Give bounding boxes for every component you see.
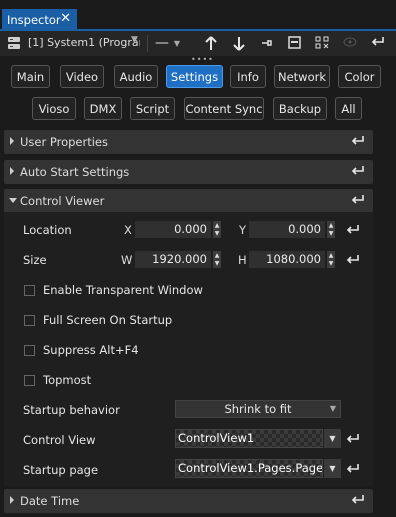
h-axis-label: H bbox=[238, 253, 247, 267]
category-content-sync-button[interactable]: Content Sync bbox=[184, 97, 264, 120]
size-width-stepper[interactable]: ▲ ▼ bbox=[213, 251, 221, 268]
chevron-right-icon bbox=[10, 496, 14, 504]
startup-behavior-label: Startup behavior bbox=[23, 403, 120, 417]
section-title: User Properties bbox=[20, 135, 108, 149]
reset-icon[interactable] bbox=[351, 165, 365, 177]
full-screen-on-startup-checkbox[interactable] bbox=[24, 315, 35, 326]
chevron-down-icon[interactable]: ▼ bbox=[324, 459, 341, 478]
control-view-field[interactable]: ControlView1 bbox=[175, 429, 323, 448]
control-viewer-content: Location X 0.000 ▲ ▼ Y 0.000 ▲ ▼ Size W 19… bbox=[4, 212, 373, 486]
drag-handle-icon[interactable]: •••• bbox=[191, 55, 214, 64]
category-vioso-button[interactable]: Vioso bbox=[32, 97, 76, 120]
reset-icon[interactable] bbox=[346, 433, 360, 445]
checkbox-label: Topmost bbox=[43, 373, 92, 387]
category-script-button[interactable]: Script bbox=[130, 97, 175, 120]
reset-icon[interactable] bbox=[346, 254, 360, 266]
panel-tab-bar: Inspector ✕ bbox=[0, 0, 396, 31]
section-date-time[interactable]: Date Time bbox=[4, 489, 373, 513]
category-backup-button[interactable]: Backup bbox=[273, 97, 327, 120]
topmost-checkbox[interactable] bbox=[24, 375, 35, 386]
category-network-button[interactable]: Network bbox=[274, 65, 330, 88]
chevron-right-icon bbox=[10, 137, 14, 145]
size-height-input[interactable]: 1080.000 bbox=[249, 251, 325, 268]
move-down-icon[interactable] bbox=[228, 33, 250, 54]
chevron-down-icon: ▼ bbox=[329, 404, 336, 413]
chevron-down-icon[interactable]: ▼ bbox=[131, 35, 138, 45]
control-view-label: Control View bbox=[23, 433, 96, 447]
return-icon[interactable] bbox=[367, 33, 389, 54]
section-title: Control Viewer bbox=[20, 194, 105, 208]
checkbox-label: Enable Transparent Window bbox=[43, 283, 203, 297]
collapse-icon[interactable]: — bbox=[151, 33, 173, 54]
size-label: Size bbox=[23, 253, 47, 267]
location-label: Location bbox=[23, 223, 72, 237]
category-video-button[interactable]: Video bbox=[60, 65, 104, 88]
size-height-stepper[interactable]: ▲ ▼ bbox=[327, 251, 335, 268]
inspector-toolbar: [1] System1 (Program) ▼ — ▼ bbox=[0, 31, 396, 56]
move-up-icon[interactable] bbox=[200, 33, 222, 54]
reset-icon[interactable] bbox=[346, 224, 360, 236]
y-axis-label: Y bbox=[239, 223, 247, 237]
category-audio-button[interactable]: Audio bbox=[114, 65, 158, 88]
startup-page-field[interactable]: ControlView1.Pages.Page1 bbox=[175, 459, 323, 478]
checkbox-label: Suppress Alt+F4 bbox=[43, 343, 139, 357]
section-title: Auto Start Settings bbox=[20, 165, 130, 179]
panel-icon[interactable] bbox=[283, 33, 305, 54]
category-color-button[interactable]: Color bbox=[338, 65, 381, 88]
startup-behavior-dropdown[interactable]: Shrink to fit ▼ bbox=[175, 400, 341, 418]
suppress-alt-f4-checkbox[interactable] bbox=[24, 345, 35, 356]
enable-transparent-window-checkbox[interactable] bbox=[24, 285, 35, 296]
size-width-input[interactable]: 1920.000 bbox=[135, 251, 211, 268]
section-title: Date Time bbox=[20, 494, 80, 508]
layout-grid-icon[interactable] bbox=[311, 33, 333, 54]
reset-icon[interactable] bbox=[351, 135, 365, 147]
toolbar-divider bbox=[147, 35, 148, 52]
system-icon bbox=[8, 37, 20, 49]
chevron-down-icon[interactable]: ▼ bbox=[324, 429, 341, 448]
category-dmx-button[interactable]: DMX bbox=[84, 97, 122, 120]
checkbox-label: Full Screen On Startup bbox=[43, 313, 173, 327]
chevron-down-icon[interactable]: ▼ bbox=[171, 33, 183, 54]
vertical-scrollbar[interactable] bbox=[378, 121, 394, 517]
close-icon[interactable]: ✕ bbox=[60, 11, 71, 26]
location-x-input[interactable]: 0.000 bbox=[135, 221, 211, 238]
section-control-viewer[interactable]: Control Viewer bbox=[4, 189, 373, 213]
category-settings-button[interactable]: Settings bbox=[166, 65, 223, 88]
reset-icon[interactable] bbox=[351, 494, 365, 506]
x-axis-label: X bbox=[124, 223, 132, 237]
category-info-button[interactable]: Info bbox=[230, 65, 266, 88]
chevron-down-icon bbox=[9, 198, 17, 203]
system-selector[interactable]: [1] System1 (Program) bbox=[28, 34, 140, 52]
reset-icon[interactable] bbox=[351, 194, 365, 206]
chevron-right-icon bbox=[10, 167, 14, 175]
section-auto-start-settings[interactable]: Auto Start Settings bbox=[4, 160, 373, 184]
tab-inspector-label: Inspector bbox=[7, 12, 61, 27]
tab-inspector[interactable]: Inspector ✕ bbox=[2, 9, 77, 30]
category-all-button[interactable]: All bbox=[335, 97, 362, 120]
startup-page-label: Startup page bbox=[23, 463, 99, 477]
pin-icon[interactable] bbox=[256, 33, 278, 54]
location-y-input[interactable]: 0.000 bbox=[249, 221, 325, 238]
location-x-stepper[interactable]: ▲ ▼ bbox=[213, 221, 221, 238]
category-main-button[interactable]: Main bbox=[11, 65, 50, 88]
w-axis-label: W bbox=[121, 253, 133, 267]
eye-icon[interactable] bbox=[339, 33, 361, 54]
reset-icon[interactable] bbox=[346, 463, 360, 475]
dropdown-value: Shrink to fit bbox=[224, 402, 292, 416]
location-y-stepper[interactable]: ▲ ▼ bbox=[327, 221, 335, 238]
section-user-properties[interactable]: User Properties bbox=[4, 130, 373, 154]
